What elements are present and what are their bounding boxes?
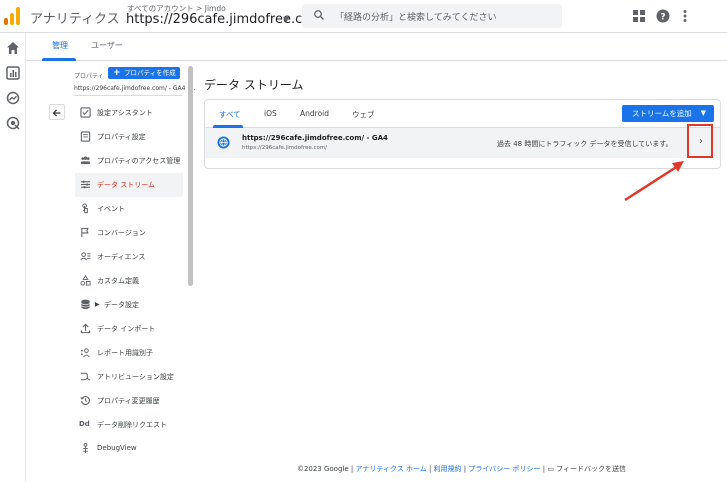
copyright: ©2023 Google | [296,465,354,473]
add-stream-label: ストリームを追加 [632,109,692,118]
sidebar-item-data-streams[interactable]: データ ストリーム [75,173,183,197]
sidebar-item-reporting-identity[interactable]: レポート用識別子 [75,341,183,365]
stream-name: https://296cafe.jimdofree.com/ - GA4 [242,134,388,142]
tab-android[interactable]: Android [300,109,329,118]
analytics-home-link[interactable]: アナリティクス ホーム [355,465,426,473]
sidebar-item-custom-definitions[interactable]: カスタム定義 [75,269,183,293]
sidebar-item-label: コンバージョン [97,229,146,237]
dd-icon: Dd [79,420,90,428]
sidebar-item-change-history[interactable]: プロパティ変更履歴 [75,389,183,413]
identity-icon [80,348,90,358]
feedback-link[interactable]: フィードバックを送信 [556,465,626,473]
property-settings-icon [80,131,91,142]
footer-separator: | [542,465,546,473]
upload-icon [80,323,91,334]
tab-web[interactable]: ウェブ [352,109,375,120]
shapes-icon [80,275,91,286]
create-property-button[interactable]: + プロパティを作成 [108,67,180,79]
sidebar-item-audiences[interactable]: オーディエンス [75,245,183,269]
terms-link[interactable]: 利用規約 [434,465,462,473]
sidebar-item-label: DebugView [97,444,137,452]
more-vert-icon[interactable] [678,9,692,23]
tab-user[interactable]: ユーザー [91,40,123,51]
scrollbar[interactable] [188,66,193,286]
expand-caret-icon[interactable]: ▶ [95,301,100,308]
tab-admin[interactable]: 管理 [52,40,68,51]
sidebar-item-label: レポート用識別子 [97,349,153,357]
sidebar-item-debugview[interactable]: DebugView [75,437,183,461]
touch-icon [82,203,88,214]
checklist-icon [80,107,91,118]
sidebar-item-label: オーディエンス [97,253,146,261]
search-placeholder: 「経路の分析」と検索してみてください [335,13,497,23]
property-dropdown[interactable]: https://296cafe.jimdofree.com/ - GA4 (..… [74,85,195,92]
sidebar-item-label: データ インポート [97,325,156,333]
top-bar: アナリティクス すべてのアカウント > Jimdo https://296caf… [0,0,727,33]
sidebar-item-events[interactable]: イベント [75,197,183,221]
app-title: アナリティクス [30,12,120,27]
left-nav-rail [0,33,26,482]
stream-url: https://296cafe.jimdofree.com/ [242,145,328,151]
footer-separator: | [428,465,432,473]
tab-all[interactable]: すべて [219,109,241,120]
sidebar-item-access-management[interactable]: プロパティのアクセス管理 [75,149,183,173]
database-icon [81,299,90,310]
sidebar-item-label: プロパティのアクセス管理 [97,157,181,165]
data-stream-icon [80,180,91,189]
footer: ©2023 Google | アナリティクス ホーム | 利用規約 | プライバ… [196,464,727,478]
debug-icon [83,443,88,454]
page-title: データ ストリーム [204,78,304,92]
sidebar-item-property-settings[interactable]: プロパティ設定 [75,125,183,149]
flag-icon [81,227,89,238]
sidebar-item-label: プロパティ変更履歴 [97,397,160,405]
sidebar-item-data-deletion[interactable]: Dd データ削除リクエスト [75,413,183,437]
sidebar-item-label: 設定アシスタント [97,109,153,117]
search-icon [314,10,324,20]
apps-grid-icon[interactable] [632,9,646,23]
sidebar-item-label: プロパティ設定 [97,133,146,141]
sidebar-item-label: アトリビューション設定 [97,373,174,381]
explore-icon[interactable] [6,91,20,105]
admin-sidebar: プロパティ + プロパティを作成 https://296cafe.jimdofr… [26,61,196,461]
sidebar-item-label: データ設定 [104,301,139,309]
feedback-icon: ▭ [547,465,554,473]
stream-status: 過去 48 時間にトラフィック データを受信しています。 [497,140,673,148]
globe-icon [217,136,230,149]
svg-text:?: ? [660,13,665,23]
privacy-link[interactable]: プライバシー ポリシー [468,465,540,473]
footer-separator: | [463,465,467,473]
sidebar-item-label: イベント [97,205,125,213]
advertising-icon[interactable] [6,116,20,130]
property-label: プロパティ [74,73,104,80]
help-icon[interactable]: ? [656,9,670,23]
history-icon [80,396,90,405]
sidebar-item-label: データ ストリーム [97,181,156,189]
analytics-logo[interactable] [4,7,20,25]
people-icon [80,156,91,165]
search-box[interactable]: 「経路の分析」と検索してみてください [302,4,562,28]
tab-ios[interactable]: iOS [264,109,277,118]
sidebar-item-conversions[interactable]: コンバージョン [75,221,183,245]
plus-icon: + [113,68,121,78]
audience-icon [80,252,91,261]
annotation-arrow-icon [624,161,684,202]
caret-down-icon: ▼ [700,109,706,117]
create-property-label: プロパティを作成 [124,69,176,77]
back-button[interactable] [49,104,65,120]
divider [74,95,182,96]
attribution-icon [80,372,91,381]
home-icon[interactable] [6,41,20,55]
reports-icon[interactable] [6,66,20,80]
sidebar-item-label: カスタム定義 [97,277,139,285]
add-stream-button[interactable]: ストリームを追加 ▼ [622,105,714,122]
sidebar-item-data-import[interactable]: データ インポート [75,317,183,341]
sidebar-item-attribution-settings[interactable]: アトリビューション設定 [75,365,183,389]
admin-tabs: 管理 ユーザー [26,33,727,61]
sidebar-item-data-settings[interactable]: ▶ データ設定 [75,293,183,317]
sidebar-item-label: データ削除リクエスト [97,421,167,429]
sidebar-item-setup-assistant[interactable]: 設定アシスタント [75,101,183,125]
caret-down-icon[interactable]: ▼ [283,15,289,24]
stream-filter-tabs: すべて iOS Android ウェブ ストリームを追加 ▼ [205,100,720,128]
